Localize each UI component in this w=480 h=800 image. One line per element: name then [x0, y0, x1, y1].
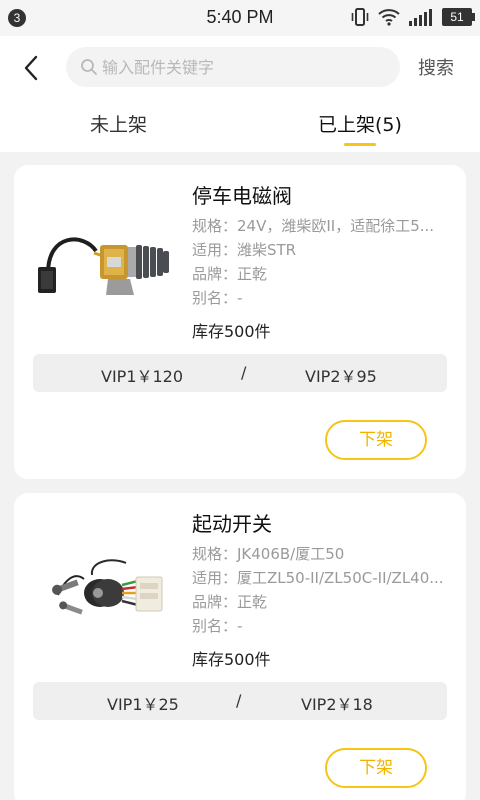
delist-button[interactable]: 下架: [325, 420, 427, 460]
vip2-price: VIP2￥95: [305, 367, 377, 386]
product-alias: 别名：-: [192, 289, 243, 307]
product-spec: 规格：JK406B/厦工50: [192, 545, 345, 563]
search-icon: [81, 59, 97, 75]
tab-bar: 未上架 已上架(5): [0, 100, 480, 152]
search-input[interactable]: [102, 47, 392, 87]
tab-unlisted[interactable]: 未上架: [90, 110, 147, 137]
chevron-left-icon: [24, 55, 38, 81]
status-icons: 51: [350, 6, 475, 28]
product-image-solenoid-valve: [38, 237, 169, 295]
price-bar: VIP1￥120 / VIP2￥95: [33, 354, 447, 392]
product-alias: 别名：-: [192, 617, 243, 635]
signal-icon: [409, 9, 432, 26]
product-brand: 品牌：正乾: [192, 265, 268, 283]
vibrate-icon: [351, 8, 369, 26]
tab-active-indicator: [344, 143, 376, 146]
back-button[interactable]: [14, 48, 50, 88]
battery-icon: 51: [442, 8, 475, 26]
search-box[interactable]: [66, 47, 400, 87]
product-stock: 库存500件: [192, 322, 271, 341]
vip1-price: VIP1￥25: [107, 695, 179, 714]
wifi-icon: [378, 9, 400, 26]
product-stock: 库存500件: [192, 650, 271, 669]
product-card[interactable]: 停车电磁阀 规格：24V，潍柴欧II，适配徐工5... 适用：潍柴STR 品牌：…: [14, 165, 466, 479]
price-separator: /: [241, 363, 247, 382]
vip2-price: VIP2￥18: [301, 695, 373, 714]
product-title: 停车电磁阀: [192, 184, 292, 208]
product-fit: 适用：潍柴STR: [192, 241, 297, 259]
product-spec: 规格：24V，潍柴欧II，适配徐工5...: [192, 217, 435, 235]
price-separator: /: [236, 691, 242, 710]
header: 搜索: [0, 36, 480, 100]
product-title: 起动开关: [192, 512, 272, 536]
product-card[interactable]: 起动开关 规格：JK406B/厦工50 适用：厦工ZL50-II/ZL50C-I…: [14, 493, 466, 800]
product-fit: 适用：厦工ZL50-II/ZL50C-II/ZL40...: [192, 569, 444, 587]
status-bar: 3 5:40 PM 51: [0, 0, 480, 36]
tab-listed[interactable]: 已上架(5): [318, 110, 402, 137]
vip1-price: VIP1￥120: [101, 367, 184, 386]
product-brand: 品牌：正乾: [192, 593, 268, 611]
price-bar: VIP1￥25 / VIP2￥18: [33, 682, 447, 720]
search-button[interactable]: 搜索: [418, 54, 454, 80]
delist-button[interactable]: 下架: [325, 748, 427, 788]
product-image-ignition-switch: [52, 559, 163, 615]
